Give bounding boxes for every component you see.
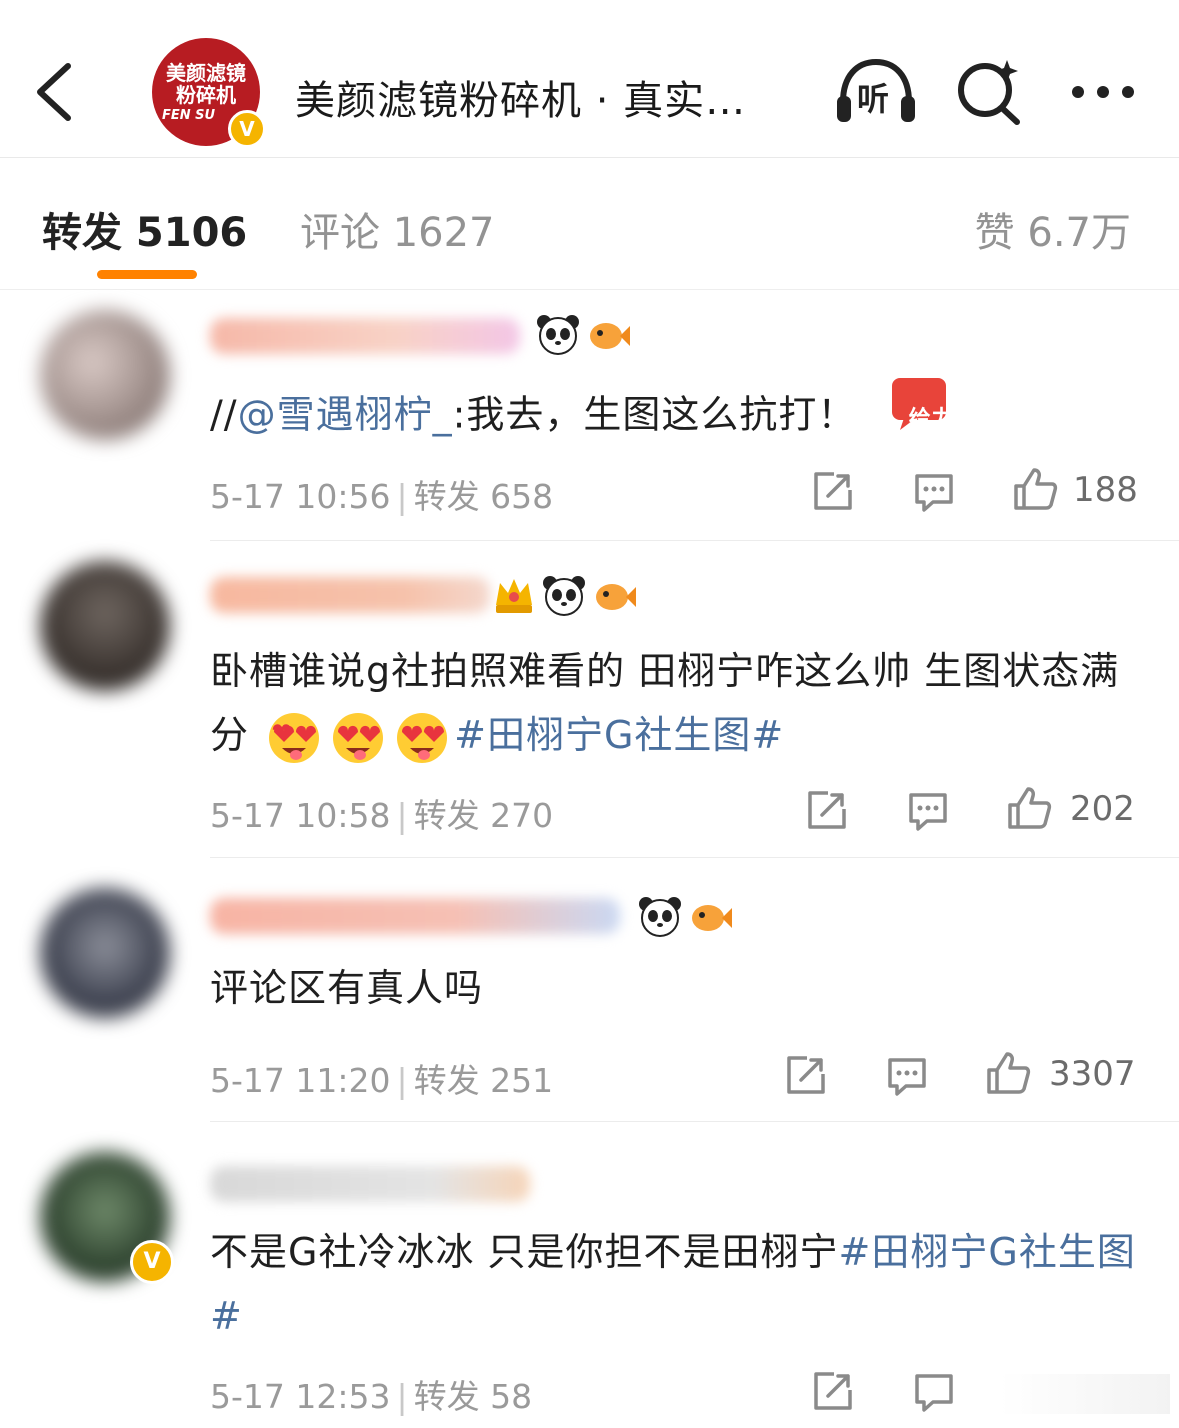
- goldfish-icon: [590, 323, 630, 349]
- active-tab-indicator: [97, 270, 197, 279]
- content-prefix: //: [210, 392, 238, 437]
- repost-count: 转发 251: [413, 1061, 554, 1100]
- repost-count: 转发 658: [413, 477, 554, 516]
- back-arrow-icon[interactable]: [30, 60, 80, 124]
- post-content: 卧槽谁说g社拍照难看的 田栩宁咋这么帅 生图状态满分 #田栩宁G社生图#: [210, 639, 1150, 767]
- heart-eyes-emoji-icon: [269, 712, 320, 763]
- comment-icon[interactable]: [905, 787, 951, 833]
- list-item[interactable]: 评论区有真人吗 5-17 11:20 | 转发 251 3307: [0, 858, 1179, 1120]
- comment-icon[interactable]: [911, 1368, 957, 1414]
- timestamp: 5-17 11:20: [210, 1061, 391, 1100]
- post-content: 评论区有真人吗: [210, 966, 484, 1010]
- like-count[interactable]: 3307: [1049, 1054, 1136, 1094]
- like-count[interactable]: 188: [1073, 470, 1138, 510]
- avatar-text-line3: FEN SU: [162, 108, 216, 123]
- more-dots-icon[interactable]: [1068, 82, 1138, 102]
- panda-icon: [639, 897, 681, 937]
- header-divider: [0, 157, 1179, 158]
- share-icon[interactable]: [810, 468, 856, 514]
- username-blurred[interactable]: [210, 318, 520, 354]
- geili-badge-icon: 给力: [890, 376, 1007, 458]
- comment-icon[interactable]: [884, 1052, 930, 1098]
- list-item[interactable]: V 不是G社冷冰冰 只是你担不是田栩宁#田栩宁G社生图# 5-17 12:53 |…: [0, 1122, 1179, 1428]
- goldfish-icon: [692, 905, 732, 931]
- share-icon[interactable]: [810, 1368, 856, 1414]
- avatar[interactable]: [40, 561, 170, 691]
- tab-like[interactable]: 赞 6.7万: [975, 200, 1131, 258]
- listen-label: 听: [857, 80, 890, 118]
- headphones-listen-icon[interactable]: 听: [835, 56, 917, 126]
- repost-count: 转发 58: [413, 1377, 533, 1416]
- tab-repost[interactable]: 转发 5106: [42, 200, 247, 258]
- heart-eyes-emoji-icon: [333, 712, 384, 763]
- content-text: 不是G社冷冰冰 只是你担不是田栩宁: [210, 1230, 839, 1274]
- avatar-text-line2: 粉碎机: [176, 83, 236, 107]
- meta-separator: |: [396, 1377, 408, 1416]
- username-blurred[interactable]: [210, 577, 490, 613]
- post-content: 不是G社冷冰冰 只是你担不是田栩宁#田栩宁G社生图#: [210, 1220, 1150, 1348]
- share-icon[interactable]: [804, 787, 850, 833]
- timestamp: 5-17 12:53: [210, 1377, 391, 1416]
- content-text: :我去，生图这么抗打！: [452, 392, 857, 437]
- search-sparkle-icon[interactable]: [955, 56, 1025, 126]
- tab-comment[interactable]: 评论 1627: [300, 200, 495, 258]
- meta-separator: |: [396, 796, 408, 835]
- heart-eyes-emoji-icon: [397, 712, 448, 763]
- crown-level-icon: [496, 579, 532, 613]
- mention-link[interactable]: @雪遇栩柠_: [238, 393, 453, 437]
- avatar-text-line1: 美颜滤镜: [166, 61, 246, 85]
- username-blurred[interactable]: [210, 1166, 530, 1202]
- username-blurred[interactable]: [210, 898, 620, 934]
- timestamp: 5-17 10:56: [210, 477, 391, 516]
- page-title[interactable]: 美颜滤镜粉碎机 · 真实…: [295, 68, 746, 126]
- post-content: //@雪遇栩柠_:我去，生图这么抗打！ 给力: [210, 376, 1150, 458]
- like-thumb-icon[interactable]: [1012, 466, 1058, 512]
- hashtag-link[interactable]: #田栩宁G社生图#: [454, 713, 784, 757]
- post-meta: 5-17 12:53 | 转发 58: [210, 1370, 532, 1418]
- list-item[interactable]: 卧槽谁说g社拍照难看的 田栩宁咋这么帅 生图状态满分 #田栩宁G社生图# 5-1…: [0, 541, 1179, 857]
- share-icon[interactable]: [783, 1052, 829, 1098]
- meta-separator: |: [396, 1061, 408, 1100]
- like-thumb-icon[interactable]: [1006, 785, 1052, 831]
- repost-count: 转发 270: [413, 796, 554, 835]
- post-meta: 5-17 11:20 | 转发 251: [210, 1054, 553, 1102]
- goldfish-icon: [596, 584, 636, 610]
- comment-icon[interactable]: [911, 468, 957, 514]
- panda-icon: [537, 315, 579, 355]
- like-thumb-icon[interactable]: [985, 1050, 1031, 1096]
- avatar[interactable]: [40, 310, 170, 440]
- bottom-fade-overlay: [1000, 1374, 1170, 1414]
- avatar[interactable]: [40, 888, 170, 1018]
- timestamp: 5-17 10:58: [210, 796, 391, 835]
- meta-separator: |: [396, 477, 408, 516]
- geili-badge-text: 给力: [908, 407, 955, 432]
- post-meta: 5-17 10:56 | 转发 658: [210, 470, 553, 518]
- panda-icon: [543, 576, 585, 616]
- list-item[interactable]: //@雪遇栩柠_:我去，生图这么抗打！ 给力 5-17 10:56 | 转发 658…: [0, 290, 1179, 540]
- top-navigation-bar: 美颜滤镜 粉碎机 FEN SU V 美颜滤镜粉碎机 · 真实… 听: [0, 0, 1179, 157]
- verified-badge-icon: V: [228, 110, 266, 148]
- verified-badge-icon: V: [130, 1240, 174, 1284]
- post-meta: 5-17 10:58 | 转发 270: [210, 789, 553, 837]
- like-count[interactable]: 202: [1070, 789, 1135, 829]
